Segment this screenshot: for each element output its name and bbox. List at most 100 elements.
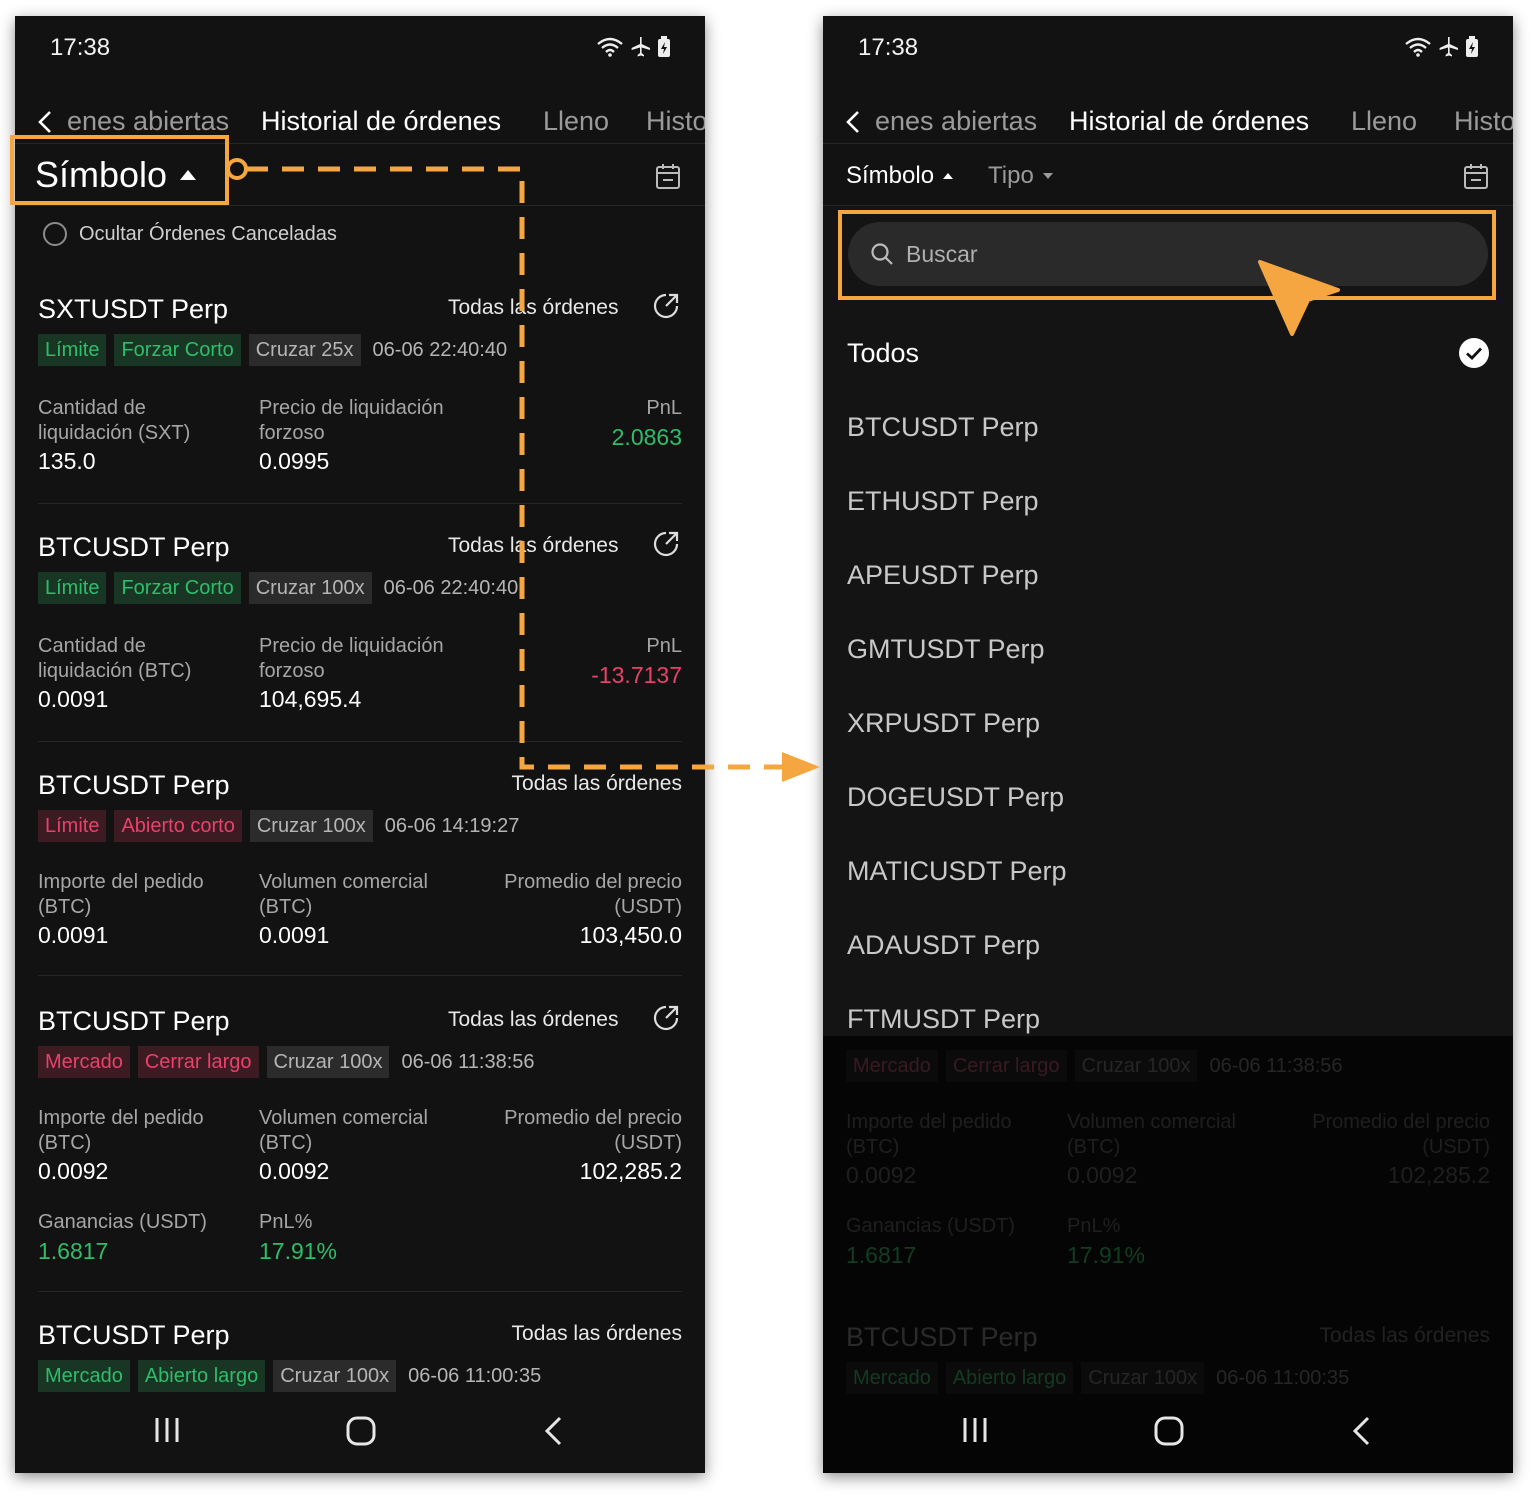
leverage-tag: Cruzar 100x [249,810,373,842]
all-orders-link[interactable]: Todas las órdenes [448,534,618,558]
order-tags: Mercado Cerrar largo Cruzar 100x 06-06 1… [38,1046,535,1078]
order-tabs: enes abiertas Historial de órdenes Lleno… [823,80,1513,144]
status-time: 17:38 [858,34,919,61]
field-label: PnL% [1067,1215,1121,1237]
all-orders-link[interactable]: Todas las órdenes [448,1008,618,1032]
back-chevron-icon[interactable] [845,110,861,134]
field-value: 103,450.0 [579,922,682,948]
home-icon[interactable] [1153,1415,1185,1447]
order-side-tag: Cerrar largo [945,1050,1067,1082]
type-filter-button[interactable]: Tipo [988,162,1054,190]
field-label: PnL [646,635,682,657]
symbol-filter-button[interactable]: Símbolo [846,162,954,190]
order-type-tag: Mercado [846,1362,938,1394]
order-type-tag: Mercado [38,1046,130,1078]
order-time: 06-06 22:40:40 [383,576,519,599]
recent-apps-icon[interactable] [960,1415,990,1445]
order-type-tag: Límite [38,810,107,842]
field-value: 135.0 [38,448,96,474]
order-card: SXTUSDT Perp Todas las órdenes Límite Fo… [38,292,682,504]
share-icon[interactable] [652,292,680,320]
tab-order-history[interactable]: Historial de órdenes [261,106,501,137]
symbol-option-all[interactable]: Todos [847,338,919,369]
order-time: 06-06 14:19:27 [384,814,520,837]
pnl-percent-value: 17.91% [259,1238,338,1264]
field-label: Ganancias (USDT) [846,1215,1015,1237]
filter-row: Símbolo Tipo [823,144,1513,206]
all-orders-link[interactable]: Todas las órdenes [512,1322,682,1346]
wifi-icon [597,37,623,57]
tab-history[interactable]: Histo [646,106,705,137]
order-time: 06-06 11:00:35 [408,1364,542,1387]
symbol-option[interactable]: BTCUSDT Perp [847,412,1039,443]
symbol-option[interactable]: ADAUSDT Perp [847,930,1040,961]
status-bar: 17:38 [15,16,705,80]
tab-open-orders[interactable]: enes abiertas [875,106,1037,137]
symbol-option[interactable]: APEUSDT Perp [847,560,1039,591]
field-value: 0.0092 [259,1158,330,1184]
order-tags: Límite Forzar Corto Cruzar 25x 06-06 22:… [38,334,507,366]
symbol-option[interactable]: GMTUSDT Perp [847,634,1045,665]
tab-open-orders[interactable]: enes abiertas [67,106,229,137]
order-side-tag: Forzar Corto [114,572,241,604]
order-type-tag: Límite [38,572,107,604]
system-nav-bar [823,1393,1513,1473]
calendar-icon[interactable] [655,162,681,190]
airplane-icon [1439,37,1458,57]
airplane-icon [631,37,650,57]
symbol-highlight-box [10,135,229,205]
field-label: Precio de liquidación forzoso [259,635,444,682]
field-value: 102,285.2 [579,1158,682,1184]
order-tags: Mercado Abierto largo Cruzar 100x 06-06 … [38,1360,541,1392]
order-card: BTCUSDT Perp Todas las órdenes Mercado A… [38,1320,682,1400]
recent-apps-icon[interactable] [152,1415,182,1445]
field-label: Volumen comercial (BTC) [259,1107,428,1154]
back-nav-icon[interactable] [1350,1415,1374,1447]
order-card: BTCUSDT Perp Todas las órdenes Límite Fo… [38,530,682,742]
symbol-option[interactable]: DOGEUSDT Perp [847,782,1064,813]
field-value: 104,695.4 [259,686,362,712]
tab-history[interactable]: Histo [1454,106,1513,137]
share-icon[interactable] [652,530,680,558]
status-time: 17:38 [50,34,111,61]
pnl-value: -13.7137 [591,662,682,688]
tab-order-history[interactable]: Historial de órdenes [1069,106,1309,137]
order-side-tag: Abierto largo [137,1360,266,1392]
order-side-tag: Forzar Corto [114,334,241,366]
symbol-option[interactable]: FTMUSDT Perp [847,1004,1040,1035]
field-value: 0.0091 [38,922,109,948]
all-orders-link[interactable]: Todas las órdenes [448,296,618,320]
field-label: Precio de liquidación forzoso [259,397,444,444]
system-nav-bar [15,1393,705,1473]
order-symbol: BTCUSDT Perp [38,532,230,562]
all-orders-link[interactable]: Todas las órdenes [512,772,682,796]
order-time: 06-06 22:40:40 [372,338,508,361]
order-type-tag: Límite [38,334,107,366]
home-icon[interactable] [345,1415,377,1447]
phone-screen-order-history: 17:38 enes abiertas Historial de órdenes… [15,16,705,1473]
profit-value: 1.6817 [38,1238,109,1264]
hide-cancelled-toggle[interactable]: Ocultar Órdenes Canceladas [43,222,337,246]
symbol-option[interactable]: ETHUSDT Perp [847,486,1039,517]
field-label: Importe del pedido (BTC) [38,871,204,918]
order-type-tag: Mercado [38,1360,130,1392]
leverage-tag: Cruzar 100x [273,1360,397,1392]
field-label: Cantidad de liquidación (BTC) [38,635,192,682]
order-card: BTCUSDT Perp Todas las órdenes Mercado C… [38,1004,682,1292]
tab-filled[interactable]: Lleno [543,106,609,137]
leverage-tag: Cruzar 100x [1074,1050,1198,1082]
order-tags: Límite Abierto corto Cruzar 100x 06-06 1… [38,810,519,842]
symbol-option[interactable]: MATICUSDT Perp [847,856,1067,887]
order-side-tag: Abierto largo [945,1362,1074,1394]
status-bar: 17:38 [823,16,1513,80]
back-chevron-icon[interactable] [37,110,53,134]
share-icon[interactable] [652,1004,680,1032]
field-label: Cantidad de liquidación (SXT) [38,397,191,444]
pnl-value: 2.0863 [611,424,682,450]
profit-value: 1.6817 [846,1242,917,1268]
tab-filled[interactable]: Lleno [1351,106,1417,137]
radio-icon[interactable] [43,222,67,246]
symbol-option[interactable]: XRPUSDT Perp [847,708,1040,739]
calendar-icon[interactable] [1463,162,1489,190]
back-nav-icon[interactable] [542,1415,566,1447]
